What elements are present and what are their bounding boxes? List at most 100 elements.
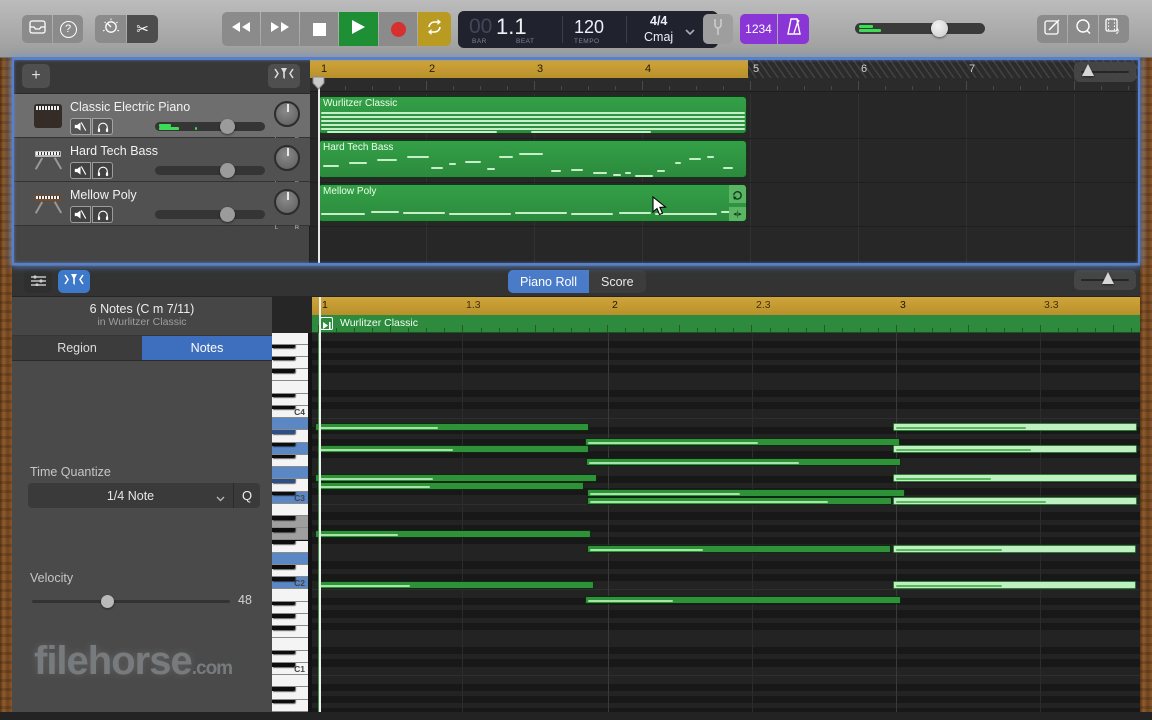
midi-note[interactable] (585, 596, 901, 604)
midi-note[interactable] (893, 581, 1136, 589)
piano-key-E4[interactable] (272, 381, 308, 393)
master-volume-thumb[interactable] (931, 20, 948, 37)
pan-knob[interactable]: LR (274, 145, 300, 171)
lcd-display[interactable]: 00 1.1 BAR BEAT 120 TEMPO 4/4 Cmaj (458, 11, 718, 48)
piano-key-B3[interactable] (272, 418, 308, 430)
track-volume-thumb[interactable] (220, 207, 235, 222)
track-volume-slider[interactable] (155, 122, 265, 131)
editors-button[interactable]: ✂ (127, 15, 158, 43)
note-pad-button[interactable] (1037, 15, 1067, 43)
editor-settings-button[interactable] (24, 270, 52, 293)
track-volume-thumb[interactable] (220, 163, 235, 178)
piano-key-B4[interactable] (272, 333, 308, 345)
midi-note[interactable] (585, 438, 900, 446)
mute-button[interactable] (70, 118, 91, 135)
piano-key-B1[interactable] (272, 589, 308, 601)
play-button[interactable] (339, 12, 378, 46)
region-loop-handle[interactable] (729, 185, 746, 203)
track-row[interactable]: Classic Electric PianoLR (12, 94, 310, 138)
midi-note[interactable] (587, 545, 891, 553)
piano-roll-region-strip[interactable]: Wurlitzer Classic (312, 315, 1140, 333)
forward-button[interactable] (261, 12, 299, 46)
piano-roll-zoom-slider[interactable] (1074, 270, 1136, 290)
mute-button[interactable] (70, 162, 91, 179)
region-stretch-handle[interactable]: ◂|▸ (729, 207, 746, 221)
zoom-thumb[interactable] (1082, 64, 1094, 76)
piano-roll-ruler[interactable]: 11.322.333.3 (312, 297, 1140, 315)
midi-note[interactable] (317, 482, 584, 490)
cycle-button[interactable] (418, 12, 451, 46)
arrange-ruler[interactable]: 1234567 (310, 60, 1140, 78)
playhead-pin[interactable] (312, 76, 325, 90)
grid-beat-line (752, 333, 753, 712)
piano-key-E3[interactable] (272, 467, 308, 479)
loop-browser-button[interactable] (1068, 15, 1098, 43)
piano-key-B0[interactable] (272, 675, 308, 687)
playhead-line[interactable] (318, 78, 320, 263)
track-volume-slider[interactable] (155, 210, 265, 219)
midi-note[interactable] (893, 423, 1137, 431)
midi-note[interactable] (893, 474, 1137, 482)
zoom-thumb[interactable] (1102, 272, 1114, 284)
velocity-slider[interactable] (32, 600, 230, 603)
arrange-zoom-slider[interactable] (1074, 62, 1136, 82)
piano-key-E2[interactable] (272, 553, 308, 565)
metronome-button[interactable] (778, 14, 809, 44)
region-note-dash (689, 158, 701, 160)
cycle-region[interactable] (310, 60, 748, 78)
quantize-apply-button[interactable]: Q (234, 483, 260, 508)
arrange-area[interactable]: 1234567 Wurlitzer Classic Hard Tech Bass M… (310, 58, 1140, 265)
tab-score[interactable]: Score (589, 270, 646, 293)
add-track-button[interactable]: + (22, 64, 50, 88)
tuner-button[interactable] (703, 14, 733, 44)
piano-key-E1[interactable] (272, 638, 308, 650)
midi-note[interactable] (587, 497, 892, 505)
help-button[interactable]: ? (53, 15, 83, 43)
piano-keyboard[interactable]: C1C2C3C4 (272, 333, 308, 712)
track-row[interactable]: Mellow PolyLR (12, 182, 310, 226)
velocity-thumb[interactable] (101, 595, 114, 608)
midi-note[interactable] (893, 445, 1137, 453)
editor-catch-button[interactable] (58, 270, 90, 293)
record-button[interactable] (379, 12, 417, 46)
tab-notes[interactable]: Notes (142, 336, 272, 360)
tab-piano-roll[interactable]: Piano Roll (508, 270, 589, 293)
piano-key-B2[interactable] (272, 504, 308, 516)
count-in-button[interactable]: 1234 (740, 14, 777, 44)
midi-note[interactable] (317, 581, 594, 589)
piano-roll-grid[interactable] (312, 333, 1140, 712)
tab-region[interactable]: Region (12, 336, 142, 360)
midi-note[interactable] (315, 530, 591, 538)
notepad-icon (1044, 19, 1061, 40)
midi-note[interactable] (587, 489, 905, 497)
midi-region[interactable]: Wurlitzer Classic (318, 96, 747, 134)
midi-note[interactable] (315, 423, 589, 431)
solo-button[interactable] (92, 118, 113, 135)
midi-note[interactable] (586, 458, 901, 466)
midi-note[interactable] (893, 545, 1136, 553)
master-volume-slider[interactable] (855, 23, 985, 34)
midi-region[interactable]: Mellow Poly◂|▸ (318, 184, 747, 222)
track-volume-slider[interactable] (155, 166, 265, 175)
track-catch-button[interactable] (268, 64, 300, 88)
pan-knob[interactable]: LR (274, 101, 300, 127)
solo-button[interactable] (92, 162, 113, 179)
piano-roll-playhead[interactable] (319, 297, 321, 712)
chevron-down-icon[interactable] (685, 23, 695, 41)
midi-note[interactable] (893, 497, 1137, 505)
rewind-button[interactable] (222, 12, 260, 46)
media-browser-button[interactable]: ♪ (1099, 15, 1129, 43)
midi-note[interactable] (315, 474, 597, 482)
time-quantize-select[interactable]: 1/4 Note (28, 483, 234, 508)
smart-controls-button[interactable] (95, 15, 126, 43)
mute-button[interactable] (70, 206, 91, 223)
solo-button[interactable] (92, 206, 113, 223)
track-row[interactable]: Hard Tech BassLR (12, 138, 310, 182)
library-button[interactable] (22, 15, 52, 43)
stop-button[interactable] (300, 12, 338, 46)
pan-knob[interactable]: LR (274, 189, 300, 215)
midi-note[interactable] (317, 445, 589, 453)
midi-region[interactable]: Hard Tech Bass (318, 140, 747, 178)
strip-tick (444, 328, 445, 332)
track-volume-thumb[interactable] (220, 119, 235, 134)
